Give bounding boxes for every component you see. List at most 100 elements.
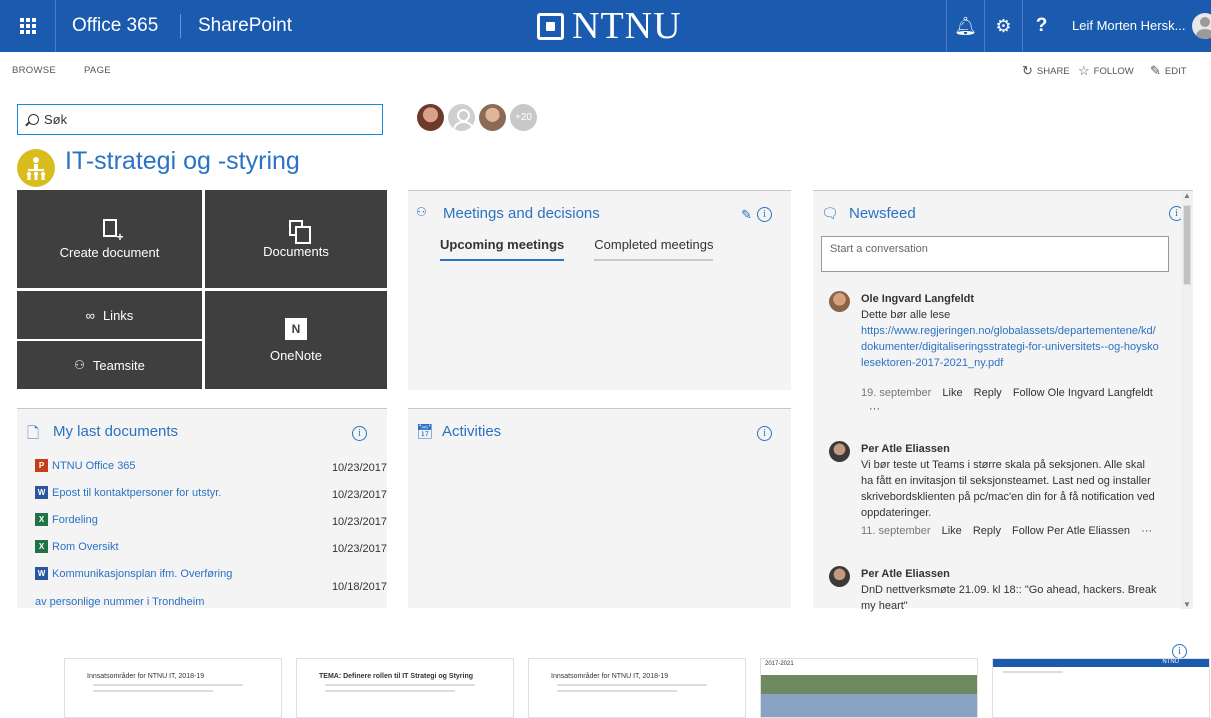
list-item[interactable]: P NTNU Office 365 10/23/2017 [35,459,387,486]
site-title[interactable]: IT-strategi og -styring [65,147,300,176]
create-document-tile[interactable]: Create document [17,190,202,288]
search-input[interactable]: Søk [17,104,383,135]
powerpoint-icon: P [35,459,48,472]
documents-tile[interactable]: Documents [205,190,387,288]
onenote-tile[interactable]: N OneNote [205,291,387,389]
thumbnail-title: Innsatsområder for NTNU IT, 2018-19 [551,673,669,680]
link-icon: ∞ [85,307,95,323]
teamsite-tile[interactable]: ⚇ Teamsite [17,341,202,389]
post-author[interactable]: Per Atle Eliassen [861,566,1159,582]
question-icon: ? [1035,15,1048,36]
word-icon: W [35,486,48,499]
user-name[interactable]: Leif Morten Hersk... [1072,0,1185,52]
info-icon[interactable]: i [757,207,772,222]
tab-completed-meetings[interactable]: Completed meetings [594,237,714,261]
document-name[interactable]: Rom Oversikt [52,541,119,553]
list-item[interactable]: W Epost til kontaktpersoner for utstyr. 1… [35,486,387,513]
post-author[interactable]: Per Atle Eliassen [861,441,1159,457]
document-thumbnail[interactable]: NTNU [992,658,1210,718]
post-author[interactable]: Ole Ingvard Langfeldt [861,291,1159,307]
document-thumbnails: i Innsatsområder for NTNU IT, 2018-19 TE… [0,630,1211,718]
more-options-icon[interactable]: ··· [1141,525,1152,537]
author-avatar[interactable] [829,566,850,587]
meetings-title[interactable]: Meetings and decisions [443,205,600,222]
share-button[interactable]: ↻ SHARE [1022,63,1070,79]
more-options-icon[interactable]: ··· [869,403,880,415]
member-avatar[interactable] [479,104,506,131]
document-date: 10/23/2017 [331,462,387,474]
documents-icon [289,219,311,244]
document-thumbnail[interactable]: Innsatsområder for NTNU IT, 2018-19 [64,658,282,718]
tab-upcoming-meetings[interactable]: Upcoming meetings [440,237,565,261]
member-avatar[interactable] [417,104,444,131]
feed-post: Ole Ingvard Langfeldt Dette bør alle les… [829,291,1159,417]
post-link[interactable]: https://www.regjeringen.no/globalassets/… [861,323,1159,371]
scroll-down-icon[interactable]: ▼ [1183,600,1191,609]
meetings-panel: ⚇ Meetings and decisions ✎ i Upcoming me… [408,190,791,390]
scrollbar-thumb[interactable] [1183,205,1191,285]
list-item[interactable]: X Fordeling 10/23/2017 [35,513,387,540]
share-icon: ↻ [1022,63,1033,78]
more-members-badge[interactable]: +20 [510,104,537,131]
document-thumbnail[interactable]: Innsatsområder for NTNU IT, 2018-19 [528,658,746,718]
ribbon: BROWSE PAGE ↻ SHARE ☆ FOLLOW ✎ EDIT [0,52,1211,88]
settings-button[interactable]: ⚙︎ [984,0,1022,52]
app-launcher-button[interactable] [0,0,56,52]
document-date: 10/23/2017 [331,516,387,528]
follow-author-link[interactable]: Follow Per Atle Eliassen [1012,525,1130,537]
list-item[interactable]: W Kommunikasjonsplan ifm. Overføring 10/1… [35,567,387,613]
author-avatar[interactable] [829,441,850,462]
meetings-icon: ⚇ [416,205,427,219]
help-button[interactable]: ? [1022,0,1060,52]
reply-link[interactable]: Reply [973,525,1001,537]
info-icon[interactable]: i [352,426,367,441]
start-conversation-input[interactable]: Start a conversation [821,236,1169,272]
search-placeholder: Søk [44,112,68,127]
site-logo-icon[interactable] [17,149,55,187]
newsfeed-title[interactable]: Newsfeed [849,205,916,222]
clock-document-icon: 🗋 [27,425,40,442]
notifications-button[interactable]: 🔔︎ [946,0,984,52]
follow-author-link[interactable]: Follow Ole Ingvard Langfeldt [1013,387,1153,399]
member-avatar[interactable] [448,104,475,131]
tile-label: Documents [263,243,329,259]
ntnu-logo[interactable]: NTNU [537,6,682,46]
document-name[interactable]: NTNU Office 365 [52,460,136,472]
scroll-up-icon[interactable]: ▲ [1183,191,1191,200]
meetings-tabs: Upcoming meetings Completed meetings [440,237,714,261]
office365-link[interactable]: Office 365 [72,0,158,52]
document-thumbnail[interactable]: TEMA: Definere rollen til IT Strategi og… [296,658,514,718]
gear-icon: ⚙︎ [995,15,1012,36]
site-members: +20 [417,104,537,131]
my-documents-title[interactable]: My last documents [53,423,178,440]
links-tile[interactable]: ∞ Links [17,291,202,339]
activities-title[interactable]: Activities [442,423,501,440]
ribbon-tab-page[interactable]: PAGE [84,65,111,76]
author-avatar[interactable] [829,291,850,312]
document-list: P NTNU Office 365 10/23/2017 W Epost til k… [35,459,387,613]
info-icon[interactable]: i [1172,644,1187,659]
reply-link[interactable]: Reply [974,387,1002,399]
document-date: 10/23/2017 [331,543,387,555]
thumbnail-title: NTNU [993,659,1209,667]
pencil-icon: ✎ [1150,63,1161,78]
list-item[interactable]: X Rom Oversikt 10/23/2017 [35,540,387,567]
follow-button[interactable]: ☆ FOLLOW [1078,63,1134,79]
document-name[interactable]: Epost til kontaktpersoner for utstyr. [52,487,221,499]
feed-post: Per Atle Eliassen Vi bør teste ut Teams … [829,441,1159,539]
tile-label: OneNote [269,347,323,363]
document-thumbnail[interactable]: 2017-2021 [760,658,978,718]
ribbon-tab-browse[interactable]: BROWSE [12,65,56,76]
sharepoint-link[interactable]: SharePoint [198,0,292,52]
edit-button[interactable]: ✎ EDIT [1150,63,1187,79]
edit-label: EDIT [1164,65,1187,77]
info-icon[interactable]: i [757,426,772,441]
document-name[interactable]: Fordeling [52,514,98,526]
like-link[interactable]: Like [942,525,962,537]
newsfeed-scrollbar[interactable]: ▲ ▼ [1181,191,1193,609]
user-avatar[interactable] [1192,13,1211,39]
like-link[interactable]: Like [942,387,962,399]
document-name[interactable]: Kommunikasjonsplan ifm. Overføring [52,568,232,580]
edit-pencil-icon[interactable]: ✎ [741,207,752,223]
document-name-continued[interactable]: av personlige nummer i Trondheim [35,596,204,608]
